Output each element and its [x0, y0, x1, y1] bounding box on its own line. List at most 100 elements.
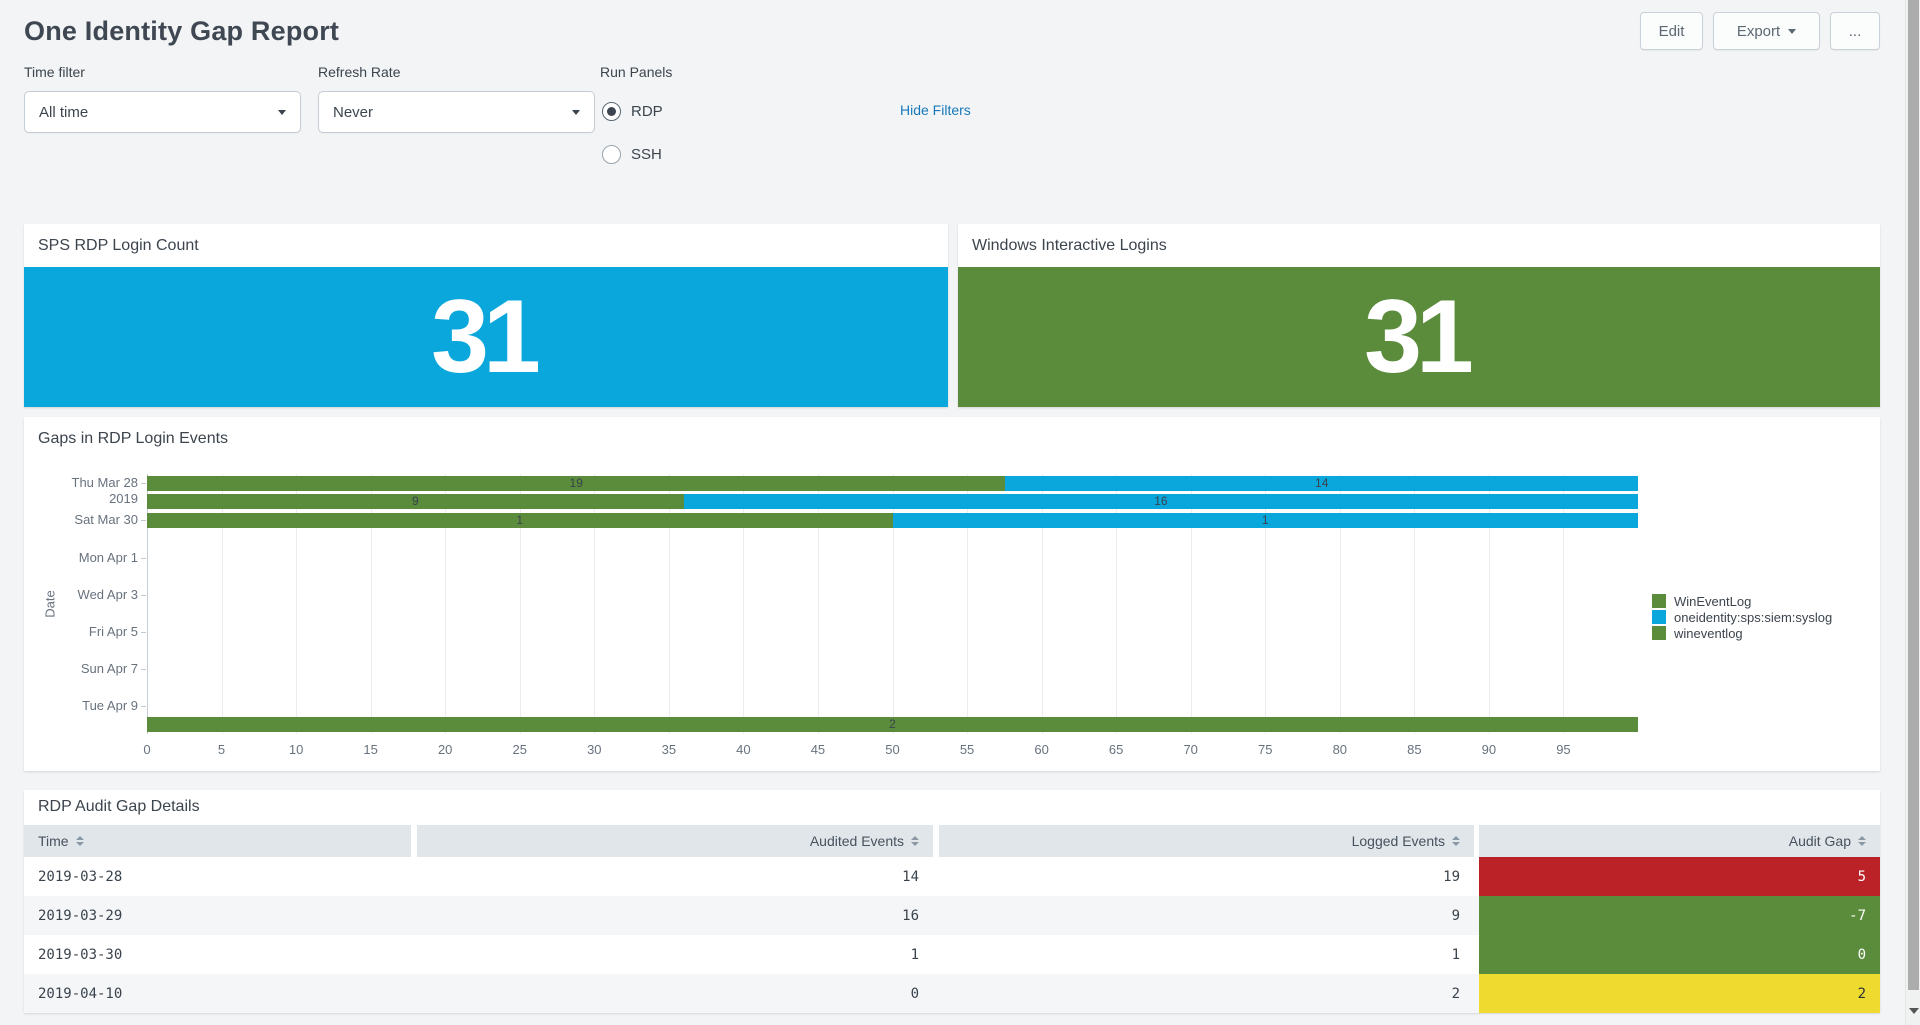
page-scrollbar[interactable]	[1905, 0, 1920, 1025]
y-tick-label: Sat Mar 30	[28, 512, 138, 528]
x-tick-label: 10	[276, 742, 316, 757]
panel-title: SPS RDP Login Count	[38, 237, 199, 255]
bar-value-label: 14	[1005, 476, 1638, 491]
time-filter-dropdown[interactable]: All time	[24, 91, 301, 133]
more-button[interactable]: ...	[1830, 12, 1880, 50]
column-header-label: Time	[38, 833, 69, 849]
x-tick-label: 25	[500, 742, 540, 757]
panel-gaps-in-rdp-login-events: Gaps in RDP Login Events Date 0510152025…	[24, 417, 1880, 771]
legend-label: oneidentity:sps:siem:syslog	[1674, 610, 1832, 625]
panel-windows-interactive-logins: Windows Interactive Logins 31	[958, 224, 1880, 407]
scrollbar-down-arrow-icon[interactable]	[1909, 1008, 1919, 1014]
chart-legend: WinEventLogoneidentity:sps:siem:syslogwi…	[1652, 593, 1832, 641]
x-tick-label: 40	[723, 742, 763, 757]
column-header-label: Audited Events	[810, 833, 904, 849]
sort-icon	[76, 836, 84, 846]
edit-button[interactable]: Edit	[1640, 12, 1703, 50]
legend-item[interactable]: oneidentity:sps:siem:syslog	[1652, 609, 1832, 625]
hide-filters-link[interactable]: Hide Filters	[900, 102, 971, 118]
run-panels-radio-rdp[interactable]: RDP	[602, 102, 663, 121]
cell-logged: 9	[939, 896, 1474, 935]
y-tick-label: Mon Apr 1	[28, 550, 138, 566]
table-row: 2019-04-10 0 2 2	[24, 974, 1880, 1013]
x-tick-label: 45	[798, 742, 838, 757]
x-tick-label: 35	[649, 742, 689, 757]
edit-button-label: Edit	[1659, 23, 1685, 40]
refresh-rate-label: Refresh Rate	[318, 64, 400, 80]
x-tick-label: 30	[574, 742, 614, 757]
panel-rdp-audit-gap-details: RDP Audit Gap Details Time Audited Event…	[24, 790, 1880, 1013]
radio-icon	[602, 145, 621, 164]
y-tick-label: Wed Apr 3	[28, 587, 138, 603]
x-tick-label: 55	[947, 742, 987, 757]
y-tick-label: Fri Apr 5	[28, 624, 138, 640]
sort-icon	[911, 836, 919, 846]
bar-value-label: 2	[147, 717, 1638, 732]
single-value-block: 31	[958, 267, 1880, 407]
cell-audited: 16	[417, 896, 933, 935]
column-header-audited-events[interactable]: Audited Events	[417, 825, 933, 857]
y-tick-mark	[141, 558, 146, 559]
single-value-number: 31	[1364, 285, 1474, 389]
y-tick-mark	[141, 706, 146, 707]
x-tick-label: 0	[127, 742, 167, 757]
table-header-row: Time Audited Events Logged Events Audit …	[24, 825, 1880, 857]
radio-icon	[602, 102, 621, 121]
column-header-label: Logged Events	[1352, 833, 1445, 849]
cell-audited: 14	[417, 857, 933, 896]
cell-audit-gap: 2	[1479, 974, 1880, 1013]
cell-time: 2019-03-30	[24, 935, 411, 974]
x-tick-label: 65	[1096, 742, 1136, 757]
run-panels-radio-ssh[interactable]: SSH	[602, 145, 662, 164]
y-tick-mark	[141, 595, 146, 596]
export-button[interactable]: Export	[1713, 12, 1820, 50]
single-value-number: 31	[431, 285, 541, 389]
x-tick-label: 70	[1171, 742, 1211, 757]
x-tick-label: 75	[1245, 742, 1285, 757]
legend-item[interactable]: WinEventLog	[1652, 593, 1832, 609]
cell-logged: 1	[939, 935, 1474, 974]
legend-item[interactable]: wineventlog	[1652, 625, 1832, 641]
bar-value-label: 1	[893, 513, 1639, 528]
legend-label: WinEventLog	[1674, 594, 1751, 609]
chevron-down-icon	[572, 110, 580, 115]
page-title: One Identity Gap Report	[24, 16, 339, 47]
y-tick-mark	[141, 669, 146, 670]
scrollbar-thumb[interactable]	[1908, 0, 1919, 990]
legend-swatch	[1652, 594, 1666, 608]
sort-icon	[1452, 836, 1460, 846]
refresh-rate-dropdown[interactable]: Never	[318, 91, 595, 133]
legend-label: wineventlog	[1674, 626, 1743, 641]
y-tick-mark	[141, 483, 146, 484]
cell-audited: 1	[417, 935, 933, 974]
column-header-time[interactable]: Time	[24, 825, 411, 857]
bar-value-label: 19	[147, 476, 1005, 491]
x-tick-label: 5	[202, 742, 242, 757]
column-header-logged-events[interactable]: Logged Events	[939, 825, 1474, 857]
time-filter-value: All time	[39, 104, 88, 121]
y-tick-mark	[141, 632, 146, 633]
table-title: RDP Audit Gap Details	[38, 798, 200, 816]
chart-plot: 05101520253035404550556065707580859095Th…	[147, 474, 1638, 734]
radio-rdp-label: RDP	[631, 103, 663, 120]
more-button-label: ...	[1849, 23, 1862, 40]
cell-audited: 0	[417, 974, 933, 1013]
column-header-label: Audit Gap	[1789, 833, 1851, 849]
export-button-label: Export	[1737, 23, 1780, 40]
table-row: 2019-03-28 14 19 5	[24, 857, 1880, 896]
x-tick-label: 95	[1543, 742, 1583, 757]
table-row: 2019-03-29 16 9 -7	[24, 896, 1880, 935]
y-tick-label: 2019	[28, 491, 138, 507]
header-buttons: Edit Export ...	[1640, 12, 1880, 50]
dashboard-page: One Identity Gap Report Edit Export ... …	[0, 0, 1920, 1025]
column-header-audit-gap[interactable]: Audit Gap	[1479, 825, 1880, 857]
x-tick-label: 20	[425, 742, 465, 757]
cell-time: 2019-03-29	[24, 896, 411, 935]
sort-icon	[1858, 836, 1866, 846]
run-panels-label: Run Panels	[600, 64, 672, 80]
audit-gap-table: Time Audited Events Logged Events Audit …	[24, 825, 1880, 1013]
y-tick-mark	[141, 520, 146, 521]
radio-ssh-label: SSH	[631, 146, 662, 163]
chart-title: Gaps in RDP Login Events	[38, 430, 228, 448]
cell-time: 2019-04-10	[24, 974, 411, 1013]
